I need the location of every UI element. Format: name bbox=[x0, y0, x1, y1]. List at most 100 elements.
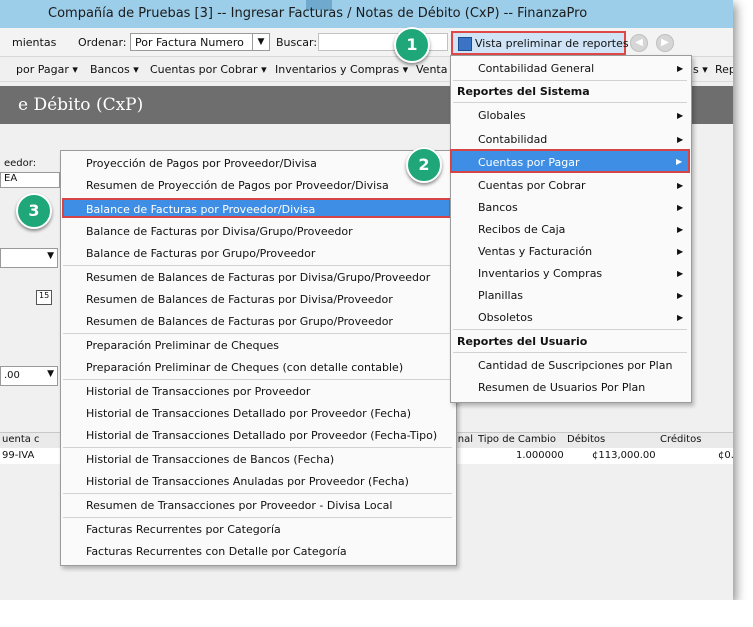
menu-item-historial-anuladas[interactable]: Historial de Transacciones Anuladas por … bbox=[86, 475, 409, 488]
section-header-usuario: Reportes del Usuario bbox=[457, 335, 588, 348]
chevron-right-icon: ▶ bbox=[677, 247, 684, 256]
menu-item-bancos[interactable]: Bancos bbox=[478, 201, 518, 214]
amount-value: .00 bbox=[4, 370, 20, 381]
chevron-right-icon: ▶ bbox=[676, 157, 683, 166]
menu-cuentas-por-pagar[interactable]: por Pagar ▾ bbox=[16, 63, 78, 76]
back-arrow-icon[interactable]: ◀ bbox=[630, 34, 648, 52]
menu-item-label: Cuentas por Pagar bbox=[478, 156, 580, 169]
menu-item-preparacion-cheques-detalle[interactable]: Preparación Preliminar de Cheques (con d… bbox=[86, 361, 403, 374]
menu-item-inventarios-compras[interactable]: Inventarios y Compras bbox=[478, 267, 602, 280]
ordenar-value: Por Factura Numero bbox=[135, 36, 244, 49]
menu-item-historial-proveedor[interactable]: Historial de Transacciones por Proveedor bbox=[86, 385, 310, 398]
preview-reports-label: Vista preliminar de reportes bbox=[475, 37, 629, 50]
menu-divider bbox=[453, 80, 687, 81]
menu-item-label: Balance de Facturas por Proveedor/Divisa bbox=[86, 203, 316, 216]
menu-item-resumen-transacciones[interactable]: Resumen de Transacciones por Proveedor -… bbox=[86, 499, 392, 512]
menu-item-obsoletos[interactable]: Obsoletos bbox=[478, 311, 533, 324]
preview-reports-button[interactable]: Vista preliminar de reportes bbox=[451, 31, 629, 55]
proveedor-field[interactable]: EA bbox=[0, 172, 60, 188]
chevron-down-icon[interactable]: ▼ bbox=[47, 369, 54, 379]
callout-badge-1: 1 bbox=[394, 27, 430, 63]
menu-item-historial-bancos[interactable]: Historial de Transacciones de Bancos (Fe… bbox=[86, 453, 334, 466]
menu-item-proyeccion-pagos[interactable]: Proyección de Pagos por Proveedor/Divisa bbox=[86, 157, 317, 170]
menu-item-ventas-facturacion[interactable]: Ventas y Facturación bbox=[478, 245, 592, 258]
col-tipo-cambio[interactable]: Tipo de Cambio bbox=[478, 434, 556, 445]
cell-creditos: ¢0.0 bbox=[718, 450, 733, 461]
callout-badge-2: 2 bbox=[406, 147, 442, 183]
menu-item-contabilidad-general[interactable]: Contabilidad General bbox=[478, 62, 594, 75]
col-creditos[interactable]: Créditos bbox=[660, 434, 701, 445]
menu-divider bbox=[453, 102, 687, 103]
menu-item-balance-divisa-grupo[interactable]: Balance de Facturas por Divisa/Grupo/Pro… bbox=[86, 225, 353, 238]
menu-reportes[interactable]: Rep bbox=[715, 63, 733, 76]
menu-item-facturas-recurrentes-detalle[interactable]: Facturas Recurrentes con Detalle por Cat… bbox=[86, 545, 347, 558]
cxp-reports-submenu: Proyección de Pagos por Proveedor/Divisa… bbox=[60, 150, 457, 566]
herramientas-menu[interactable]: mientas bbox=[12, 36, 56, 49]
menu-divider bbox=[63, 447, 452, 448]
menu-item-preparacion-cheques[interactable]: Preparación Preliminar de Cheques bbox=[86, 339, 279, 352]
menu-right-partial[interactable]: s ▾ bbox=[693, 63, 708, 76]
chevron-right-icon: ▶ bbox=[677, 225, 684, 234]
menu-item-planillas[interactable]: Planillas bbox=[478, 289, 523, 302]
col-final[interactable]: inal bbox=[455, 434, 473, 445]
menu-item-resumen-balances-gp[interactable]: Resumen de Balances de Facturas por Grup… bbox=[86, 315, 393, 328]
section-header-sistema: Reportes del Sistema bbox=[457, 85, 590, 98]
chevron-down-icon[interactable]: ▼ bbox=[47, 251, 54, 261]
menu-item-recibos-caja[interactable]: Recibos de Caja bbox=[478, 223, 565, 236]
col-debitos[interactable]: Débitos bbox=[567, 434, 605, 445]
chevron-right-icon: ▶ bbox=[677, 313, 684, 322]
menu-item-contabilidad[interactable]: Contabilidad bbox=[478, 133, 547, 146]
menu-item-globales[interactable]: Globales bbox=[478, 109, 526, 122]
menu-divider bbox=[63, 333, 452, 334]
menu-item-cuentas-por-cobrar[interactable]: Cuentas por Cobrar bbox=[478, 179, 586, 192]
menu-divider bbox=[63, 379, 452, 380]
forward-arrow-icon[interactable]: ▶ bbox=[656, 34, 674, 52]
left-select[interactable]: ▼ bbox=[0, 248, 58, 268]
menu-item-resumen-proyeccion[interactable]: Resumen de Proyección de Pagos por Prove… bbox=[86, 179, 389, 192]
menu-item-historial-detallado-fecha-tipo[interactable]: Historial de Transacciones Detallado por… bbox=[86, 429, 437, 442]
title-bar: Compañía de Pruebas [3] -- Ingresar Fact… bbox=[0, 0, 733, 28]
chevron-right-icon: ▶ bbox=[677, 269, 684, 278]
menu-item-usuarios-plan[interactable]: Resumen de Usuarios Por Plan bbox=[478, 381, 645, 394]
menu-item-historial-detallado-fecha[interactable]: Historial de Transacciones Detallado por… bbox=[86, 407, 411, 420]
buscar-label: Buscar: bbox=[276, 36, 318, 49]
chevron-right-icon: ▶ bbox=[677, 64, 684, 73]
page-title: e Débito (CxP) bbox=[18, 95, 144, 115]
menu-item-facturas-recurrentes[interactable]: Facturas Recurrentes por Categoría bbox=[86, 523, 281, 536]
proveedor-value: EA bbox=[4, 173, 18, 184]
menu-cuentas-por-cobrar[interactable]: Cuentas por Cobrar ▾ bbox=[150, 63, 267, 76]
col-cuenta[interactable]: uenta c bbox=[2, 434, 40, 445]
menu-divider bbox=[453, 352, 687, 353]
menu-bancos[interactable]: Bancos ▾ bbox=[90, 63, 139, 76]
menu-inventarios-compras[interactable]: Inventarios y Compras ▾ bbox=[275, 63, 408, 76]
cell-debitos: ¢113,000.00 bbox=[592, 450, 656, 461]
menu-divider bbox=[63, 493, 452, 494]
menu-item-resumen-balances-dp[interactable]: Resumen de Balances de Facturas por Divi… bbox=[86, 293, 393, 306]
chevron-down-icon[interactable]: ▼ bbox=[252, 34, 269, 50]
report-icon bbox=[458, 37, 472, 51]
chevron-right-icon: ▶ bbox=[677, 135, 684, 144]
chevron-right-icon: ▶ bbox=[677, 181, 684, 190]
ordenar-label: Ordenar: bbox=[78, 36, 127, 49]
menu-divider bbox=[63, 265, 452, 266]
cell-tipo-cambio: 1.000000 bbox=[516, 450, 564, 461]
callout-badge-3: 3 bbox=[16, 193, 52, 229]
chevron-right-icon: ▶ bbox=[677, 291, 684, 300]
amount-select[interactable]: .00 ▼ bbox=[0, 366, 58, 386]
menu-item-suscripciones-plan[interactable]: Cantidad de Suscripciones por Plan bbox=[478, 359, 672, 372]
menu-divider bbox=[63, 517, 452, 518]
menu-ventas[interactable]: Venta bbox=[416, 63, 447, 76]
menu-item-balance-proveedor-divisa[interactable]: Balance de Facturas por Proveedor/Divisa bbox=[62, 198, 451, 218]
menu-divider bbox=[453, 329, 687, 330]
chevron-right-icon: ▶ bbox=[677, 203, 684, 212]
cell-cuenta: 99-IVA bbox=[2, 450, 35, 461]
reports-dropdown: Contabilidad General ▶ Reportes del Sist… bbox=[450, 55, 692, 403]
calendar-icon[interactable]: 15 bbox=[36, 290, 52, 305]
ordenar-select[interactable]: Por Factura Numero ▼ bbox=[130, 33, 270, 51]
menu-item-resumen-balances-dgp[interactable]: Resumen de Balances de Facturas por Divi… bbox=[86, 271, 430, 284]
window-title: Compañía de Pruebas [3] -- Ingresar Fact… bbox=[48, 6, 588, 21]
menu-item-cuentas-por-pagar[interactable]: Cuentas por Pagar ▶ bbox=[450, 149, 690, 173]
torn-edge bbox=[0, 600, 753, 627]
menu-item-balance-grupo[interactable]: Balance de Facturas por Grupo/Proveedor bbox=[86, 247, 315, 260]
chevron-right-icon: ▶ bbox=[677, 111, 684, 120]
